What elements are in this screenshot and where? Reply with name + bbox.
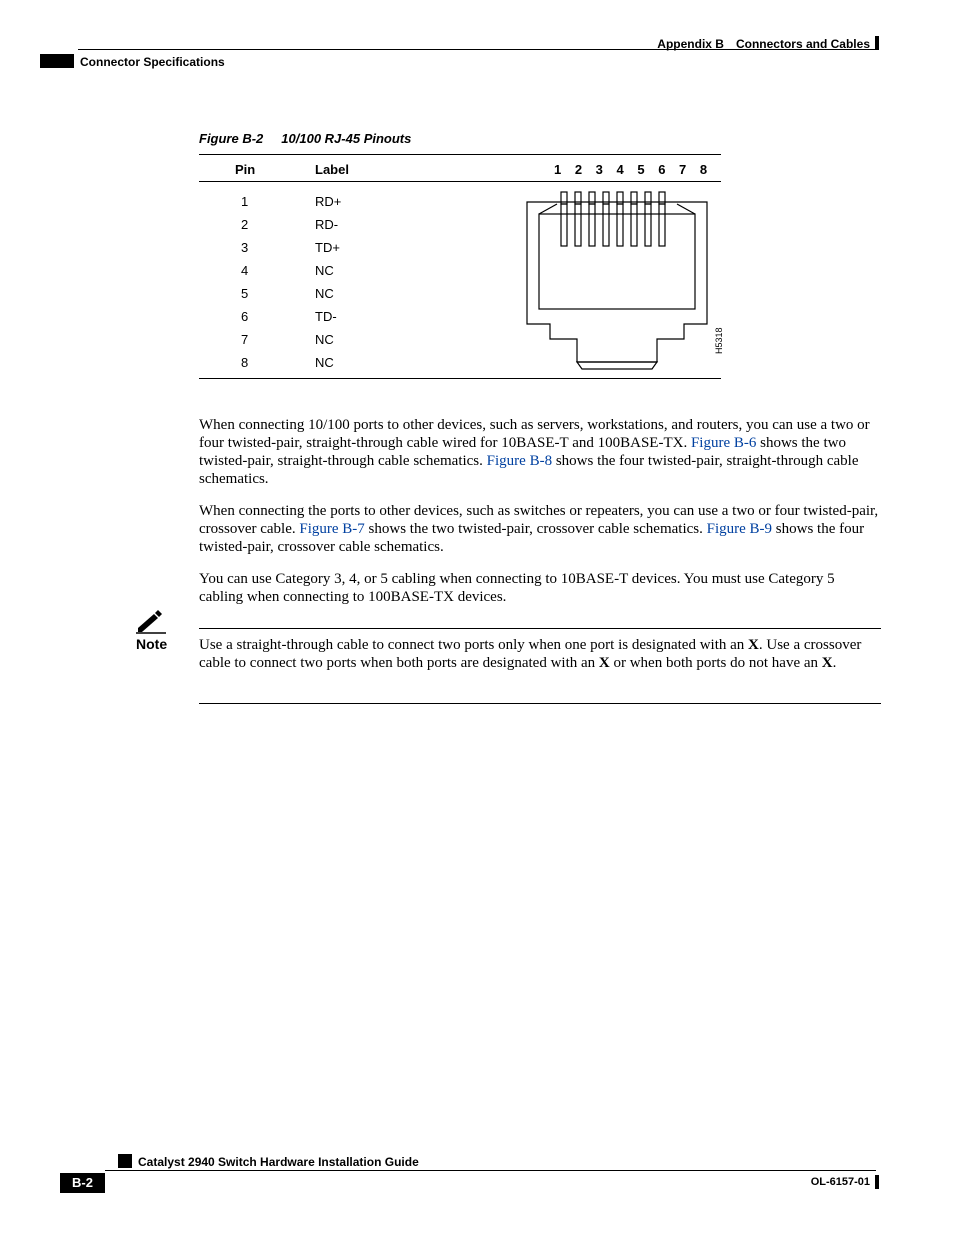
rj45-jack-icon — [517, 184, 717, 374]
figure-link[interactable]: Figure B-6 — [691, 435, 756, 451]
figure-title: 10/100 RJ-45 Pinouts — [281, 131, 411, 146]
figure-rule-top — [199, 154, 721, 155]
pencil-icon — [136, 610, 166, 634]
pin-cell: 1 — [241, 190, 248, 213]
label-cell: TD+ — [315, 236, 340, 259]
note-rule-bottom — [199, 703, 881, 704]
note-label: Note — [136, 636, 167, 652]
pin-cell: 7 — [241, 328, 248, 351]
footer-accent-right — [875, 1175, 879, 1189]
pin-cell: 8 — [241, 351, 248, 374]
figure-link[interactable]: Figure B-7 — [299, 521, 364, 537]
header-accent-left — [40, 54, 74, 68]
note-rule-top — [199, 628, 881, 629]
emphasis: X — [748, 637, 759, 653]
label-cell: NC — [315, 259, 334, 282]
text-run: or when both ports do not have an — [610, 655, 822, 671]
body-text: When connecting 10/100 ports to other de… — [199, 416, 879, 620]
footer-accent-left — [118, 1154, 132, 1168]
pin-numbers: 1 2 3 4 5 6 7 8 — [554, 162, 712, 177]
label-cell: NC — [315, 328, 334, 351]
pin-cell: 5 — [241, 282, 248, 305]
label-cell: TD- — [315, 305, 337, 328]
figure-area: Pin Label 1 2 3 4 5 6 7 8 1RD+ 2RD- 3TD+… — [199, 154, 721, 182]
emphasis: X — [822, 655, 833, 671]
footer-doc-id: OL-6157-01 — [811, 1176, 870, 1188]
text-run: shows the two twisted-pair, crossover ca… — [365, 521, 707, 537]
col-header-label: Label — [315, 162, 349, 177]
label-cell: NC — [315, 282, 334, 305]
pin-cell: 6 — [241, 305, 248, 328]
note-text: Use a straight-through cable to connect … — [199, 636, 881, 672]
text-run: Use a straight-through cable to connect … — [199, 637, 748, 653]
page-number: B-2 — [60, 1173, 105, 1193]
pin-cell: 2 — [241, 213, 248, 236]
header-rule — [78, 49, 876, 50]
emphasis: X — [599, 655, 610, 671]
col-header-pin: Pin — [235, 162, 255, 177]
label-cell: RD+ — [315, 190, 341, 213]
pin-cell: 4 — [241, 259, 248, 282]
figure-drawing-id: H5318 — [714, 327, 724, 354]
label-cell: NC — [315, 351, 334, 374]
figure-link[interactable]: Figure B-8 — [487, 453, 552, 469]
figure-link[interactable]: Figure B-9 — [707, 521, 772, 537]
footer-guide-title: Catalyst 2940 Switch Hardware Installati… — [138, 1155, 419, 1169]
figure-rule-bottom — [199, 378, 721, 379]
footer-rule — [105, 1170, 876, 1171]
figure-id: Figure B-2 — [199, 131, 263, 146]
paragraph: You can use Category 3, 4, or 5 cabling … — [199, 570, 879, 606]
text-run: . — [833, 655, 837, 671]
header-accent-right — [875, 36, 879, 50]
header-section: Connector Specifications — [80, 55, 225, 69]
pin-cell: 3 — [241, 236, 248, 259]
figure-rule-mid — [199, 181, 721, 182]
label-cell: RD- — [315, 213, 338, 236]
paragraph: When connecting 10/100 ports to other de… — [199, 416, 879, 488]
figure-caption: Figure B-2 10/100 RJ-45 Pinouts — [199, 131, 411, 146]
paragraph: When connecting the ports to other devic… — [199, 502, 879, 556]
